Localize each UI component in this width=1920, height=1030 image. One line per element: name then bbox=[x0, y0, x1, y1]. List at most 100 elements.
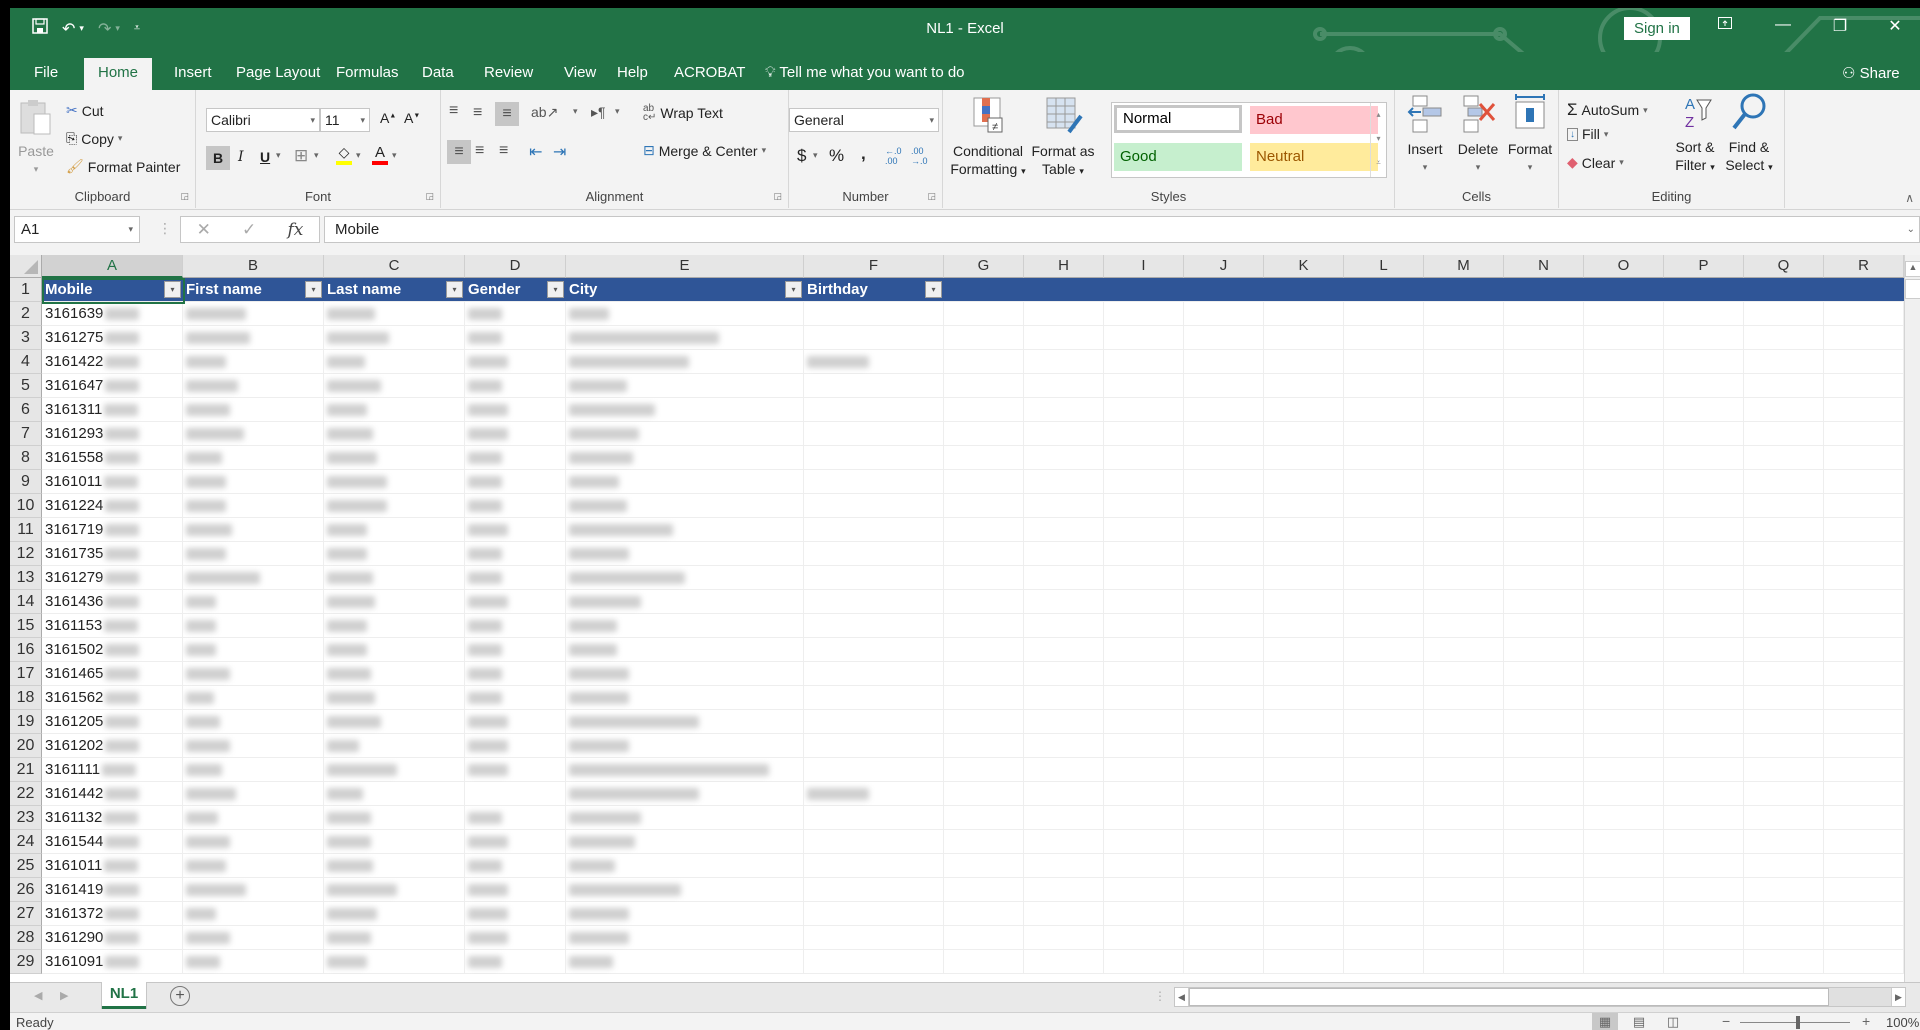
filter-dropdown-icon[interactable]: ▾ bbox=[305, 281, 322, 298]
cell-k13[interactable] bbox=[1264, 566, 1344, 590]
scroll-left-icon[interactable]: ◀ bbox=[1175, 988, 1189, 1006]
row-header[interactable]: 5 bbox=[10, 374, 42, 398]
cell-b25[interactable] bbox=[183, 854, 324, 878]
cell-l21[interactable] bbox=[1344, 758, 1424, 782]
wrap-text-button[interactable]: ab c↵ Wrap Text bbox=[643, 104, 723, 123]
column-header-i[interactable]: I bbox=[1104, 255, 1184, 278]
cell-q5[interactable] bbox=[1744, 374, 1824, 398]
cell-b8[interactable] bbox=[183, 446, 324, 470]
sign-in-button[interactable]: Sign in bbox=[1624, 17, 1690, 40]
cell-e6[interactable] bbox=[566, 398, 804, 422]
row-header[interactable]: 17 bbox=[10, 662, 42, 686]
table-header-cell[interactable]: Birthday ▾ bbox=[804, 278, 944, 302]
cell-k21[interactable] bbox=[1264, 758, 1344, 782]
cell-c3[interactable] bbox=[324, 326, 465, 350]
cell-f26[interactable] bbox=[804, 878, 944, 902]
table-header-cell[interactable]: Gender ▾ bbox=[465, 278, 566, 302]
clipboard-launcher-icon[interactable]: ◲ bbox=[180, 191, 189, 202]
cell-f8[interactable] bbox=[804, 446, 944, 470]
cell-b22[interactable] bbox=[183, 782, 324, 806]
worksheet-grid[interactable]: A B C D E F G H I J K L M N O P Q R 1 Mobile ▾ First name ▾ Las… bbox=[10, 255, 1904, 982]
cell-f6[interactable] bbox=[804, 398, 944, 422]
cell-e7[interactable] bbox=[566, 422, 804, 446]
cell-g15[interactable] bbox=[944, 614, 1024, 638]
cell-n12[interactable] bbox=[1504, 542, 1584, 566]
cell-i13[interactable] bbox=[1104, 566, 1184, 590]
row-header[interactable]: 20 bbox=[10, 734, 42, 758]
cell-c28[interactable] bbox=[324, 926, 465, 950]
cell-p4[interactable] bbox=[1664, 350, 1744, 374]
cell-o26[interactable] bbox=[1584, 878, 1664, 902]
minimize-icon[interactable]: — bbox=[1768, 16, 1798, 34]
cell-n2[interactable] bbox=[1504, 302, 1584, 326]
cell-i24[interactable] bbox=[1104, 830, 1184, 854]
cell-d6[interactable] bbox=[465, 398, 566, 422]
cell-p6[interactable] bbox=[1664, 398, 1744, 422]
cell-c22[interactable] bbox=[324, 782, 465, 806]
cell-c16[interactable] bbox=[324, 638, 465, 662]
cell-h7[interactable] bbox=[1024, 422, 1104, 446]
insert-cells-button[interactable]: Insert ▾ bbox=[1403, 94, 1447, 176]
cell-n26[interactable] bbox=[1504, 878, 1584, 902]
cell-g10[interactable] bbox=[944, 494, 1024, 518]
cell-c9[interactable] bbox=[324, 470, 465, 494]
cell-r12[interactable] bbox=[1824, 542, 1904, 566]
cell-h8[interactable] bbox=[1024, 446, 1104, 470]
cell-j25[interactable] bbox=[1184, 854, 1264, 878]
cell-p9[interactable] bbox=[1664, 470, 1744, 494]
cell-p18[interactable] bbox=[1664, 686, 1744, 710]
column-header-d[interactable]: D bbox=[465, 255, 566, 278]
orientation-dropdown-icon[interactable]: ▾ bbox=[573, 106, 578, 117]
cell-i6[interactable] bbox=[1104, 398, 1184, 422]
cell-d11[interactable] bbox=[465, 518, 566, 542]
cell-p24[interactable] bbox=[1664, 830, 1744, 854]
column-header-e[interactable]: E bbox=[566, 255, 804, 278]
cell-f22[interactable] bbox=[804, 782, 944, 806]
cell-r5[interactable] bbox=[1824, 374, 1904, 398]
cell-k23[interactable] bbox=[1264, 806, 1344, 830]
increase-decimal-button[interactable]: ←.0.00 bbox=[885, 146, 902, 166]
cell-b18[interactable] bbox=[183, 686, 324, 710]
cell-e25[interactable] bbox=[566, 854, 804, 878]
cell-i26[interactable] bbox=[1104, 878, 1184, 902]
cell-c6[interactable] bbox=[324, 398, 465, 422]
cell-i25[interactable] bbox=[1104, 854, 1184, 878]
cell-d22[interactable] bbox=[465, 782, 566, 806]
cell-c7[interactable] bbox=[324, 422, 465, 446]
column-header-p[interactable]: P bbox=[1664, 255, 1744, 278]
cell-n13[interactable] bbox=[1504, 566, 1584, 590]
cell-o4[interactable] bbox=[1584, 350, 1664, 374]
cell-d15[interactable] bbox=[465, 614, 566, 638]
cell-o6[interactable] bbox=[1584, 398, 1664, 422]
cell-n27[interactable] bbox=[1504, 902, 1584, 926]
row-header[interactable]: 7 bbox=[10, 422, 42, 446]
cell-q13[interactable] bbox=[1744, 566, 1824, 590]
cell-n16[interactable] bbox=[1504, 638, 1584, 662]
enter-icon[interactable]: ✓ bbox=[242, 220, 256, 240]
cell-m9[interactable] bbox=[1424, 470, 1504, 494]
cell-j16[interactable] bbox=[1184, 638, 1264, 662]
cell-q29[interactable] bbox=[1744, 950, 1824, 974]
collapse-ribbon-icon[interactable]: ∧ bbox=[1905, 191, 1914, 205]
styles-gallery-scroll[interactable]: ▴ ▾ ⩡ bbox=[1370, 103, 1386, 177]
cell-l8[interactable] bbox=[1344, 446, 1424, 470]
cell-o2[interactable] bbox=[1584, 302, 1664, 326]
cell-a10[interactable]: 3161224 bbox=[42, 494, 183, 518]
tab-data[interactable]: Data bbox=[418, 58, 458, 90]
cell-j24[interactable] bbox=[1184, 830, 1264, 854]
cell-l5[interactable] bbox=[1344, 374, 1424, 398]
cell-f14[interactable] bbox=[804, 590, 944, 614]
cell-g23[interactable] bbox=[944, 806, 1024, 830]
cell-q14[interactable] bbox=[1744, 590, 1824, 614]
row-header[interactable]: 14 bbox=[10, 590, 42, 614]
cell-d25[interactable] bbox=[465, 854, 566, 878]
cell-r14[interactable] bbox=[1824, 590, 1904, 614]
cell-q20[interactable] bbox=[1744, 734, 1824, 758]
cell-l23[interactable] bbox=[1344, 806, 1424, 830]
cell-j11[interactable] bbox=[1184, 518, 1264, 542]
expand-formula-bar-icon[interactable]: ⌄ bbox=[1907, 217, 1915, 242]
merge-center-button[interactable]: ⊟ Merge & Center ▾ bbox=[643, 142, 766, 159]
restore-icon[interactable]: ❐ bbox=[1825, 16, 1855, 36]
align-center-icon[interactable]: ≡ bbox=[475, 142, 484, 160]
cell-e28[interactable] bbox=[566, 926, 804, 950]
